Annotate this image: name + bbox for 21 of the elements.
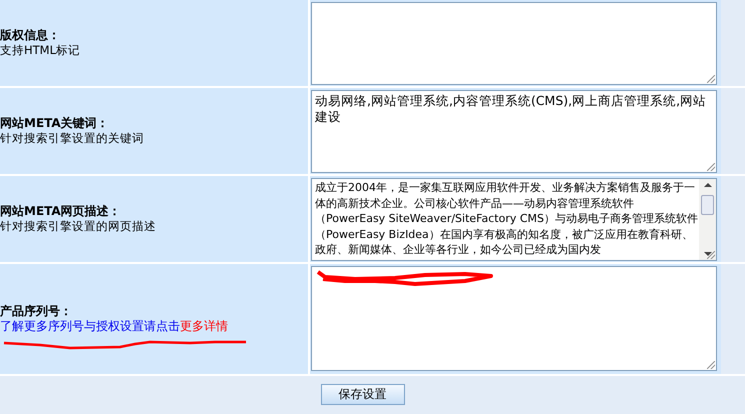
scroll-up-icon[interactable] (704, 183, 712, 187)
field-note: 针对搜索引擎设置的关键词 (0, 131, 145, 146)
scrollbar[interactable] (699, 179, 716, 260)
text-area[interactable]: 动易网络,网站管理系统,内容管理系统(CMS),网上商店管理系统,网站建设 (311, 90, 717, 173)
scroll-down-icon[interactable] (704, 252, 712, 256)
text-area[interactable] (311, 2, 717, 85)
save-button[interactable]: 保存设置 (320, 384, 404, 405)
field-title: 网站META网页描述： (0, 204, 122, 219)
field-title: 网站META关键词： (0, 116, 110, 131)
text-area[interactable] (311, 266, 717, 371)
resize-grip-icon[interactable] (707, 75, 715, 83)
serial-hint: 了解更多序列号与授权设置请点击更多详情 (0, 319, 229, 334)
scroll-thumb[interactable] (701, 194, 714, 214)
resize-grip-icon[interactable] (707, 361, 715, 369)
field-title: 产品序列号： (0, 304, 73, 319)
field-note: 支持HTML标记 (0, 43, 82, 58)
field-note: 针对搜索引擎设置的网页描述 (0, 219, 157, 234)
text-area[interactable]: 成立于2004年，是一家集互联网应用软件开发、业务解决方案销售及服务于一体的高新技术企业。公司核心软件产品——动易内容管理系统软件（PowerEasy SiteWeaver/SiteFactory CMS）与动易电子商务管理系统软件（PowerEasy BizIdea）在国内享有极高的知名度，被广泛应用在教育科研、政府、新闻媒体、企业等各行业，如今公司已经成为国内发 (311, 178, 717, 261)
field-title: 版权信息： (0, 28, 61, 43)
resize-grip-icon[interactable] (707, 251, 715, 259)
resize-grip-icon[interactable] (707, 163, 715, 171)
